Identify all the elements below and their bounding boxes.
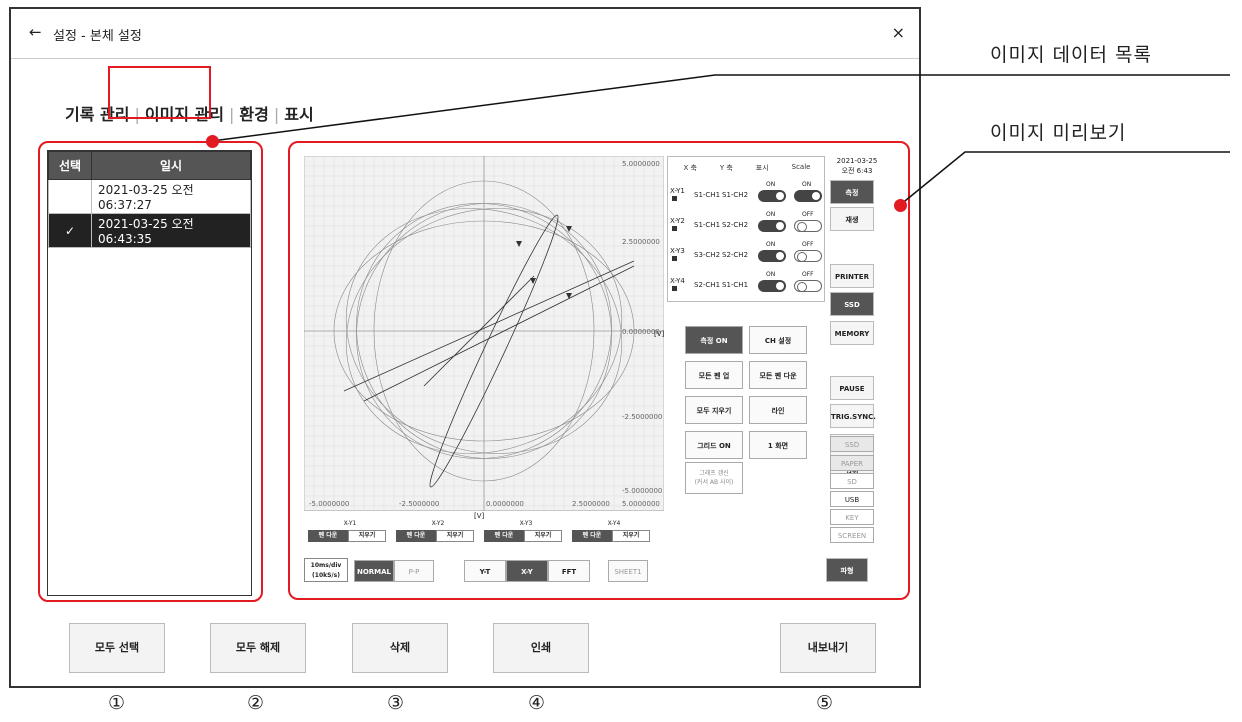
marker-5: ⑤	[816, 692, 834, 714]
marker-3: ③	[387, 692, 405, 714]
callout-dot	[206, 135, 219, 148]
marker-1: ①	[108, 692, 126, 714]
callout-lines	[211, 74, 1230, 206]
callout-dot	[894, 199, 907, 212]
marker-4: ④	[528, 692, 546, 714]
callout-image-preview: 이미지 미리보기	[990, 122, 1127, 144]
callout-image-list: 이미지 데이터 목록	[990, 44, 1152, 66]
marker-2: ②	[247, 692, 265, 714]
